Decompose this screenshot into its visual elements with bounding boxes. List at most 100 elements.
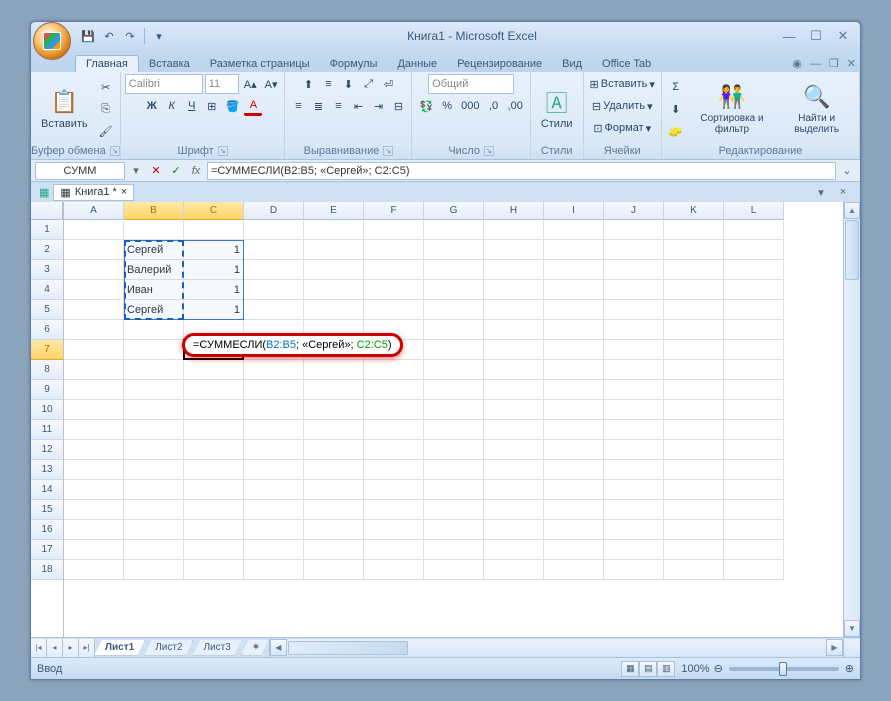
row-header[interactable]: 14 [31,480,63,500]
format-cells-button[interactable]: ⊡ Формат ▾ [591,118,653,138]
col-header[interactable]: J [604,202,664,220]
row-header[interactable]: 11 [31,420,63,440]
bold-button[interactable]: Ж [143,96,161,116]
workbook-minimize[interactable]: — [806,56,825,72]
align-middle-button[interactable]: ≡ [319,74,337,94]
workbook-tab-menu[interactable]: ▾ [812,183,830,201]
clipboard-launcher[interactable]: ↘ [110,146,120,156]
copy-button[interactable]: ⎘ [96,99,116,119]
row-header[interactable]: 5 [31,300,63,320]
workbook-close[interactable]: ✕ [843,55,860,72]
scroll-right-button[interactable]: ▶ [826,639,843,656]
font-size-combo[interactable]: 11 [205,74,239,94]
tab-insert[interactable]: Вставка [139,56,200,72]
workbook-restore[interactable]: ❐ [825,55,843,72]
autosum-button[interactable]: Σ [666,77,686,97]
wrap-text-button[interactable]: ⏎ [379,74,397,94]
formula-expand-button[interactable]: ⌄ [838,162,856,180]
page-break-view-button[interactable]: ▥ [657,661,675,677]
cell[interactable]: Валерий [124,260,184,280]
sheet-tab[interactable]: Лист1 [94,640,145,656]
col-header[interactable]: G [424,202,484,220]
border-button[interactable]: ⊞ [203,96,221,116]
increase-decimal-button[interactable]: ,0 [485,96,503,116]
office-button[interactable] [33,22,71,60]
font-name-combo[interactable]: Calibri [125,74,203,94]
number-launcher[interactable]: ↘ [484,146,494,156]
font-color-button[interactable]: A [244,96,262,116]
sheet-first-button[interactable]: |◂ [31,639,47,657]
align-center-button[interactable]: ≣ [309,96,327,116]
tab-formulas[interactable]: Формулы [320,56,388,72]
resize-grip[interactable] [843,639,860,657]
fill-color-button[interactable]: 🪣 [223,96,243,116]
sort-filter-button[interactable]: 👫 Сортировка и фильтр [688,81,777,137]
insert-function-button[interactable]: fx [187,162,205,180]
namebox-dropdown[interactable]: ▾ [127,162,145,180]
horizontal-scrollbar[interactable]: ◀ ▶ [269,639,843,657]
row-header[interactable]: 18 [31,560,63,580]
merge-button[interactable]: ⊟ [389,96,407,116]
scroll-left-button[interactable]: ◀ [270,639,287,656]
number-format-combo[interactable]: Общий [428,74,514,94]
vscroll-thumb[interactable] [845,220,859,280]
cut-button[interactable]: ✂ [96,77,116,97]
col-header[interactable]: D [244,202,304,220]
tab-review[interactable]: Рецензирование [447,56,552,72]
name-box[interactable]: СУММ [35,162,125,180]
sheet-prev-button[interactable]: ◂ [47,639,63,657]
close-button[interactable]: ✕ [830,28,856,44]
shrink-font-button[interactable]: A▾ [262,74,281,94]
find-select-button[interactable]: 🔍 Найти и выделить [778,81,855,137]
select-all-corner[interactable] [31,202,63,220]
sheet-tab[interactable]: Лист2 [144,640,193,656]
minimize-button[interactable]: — [776,28,802,44]
row-header[interactable]: 1 [31,220,63,240]
align-bottom-button[interactable]: ⬇ [339,74,357,94]
orientation-button[interactable]: ⤢ [359,74,377,94]
cell[interactable]: Сергей [124,240,184,260]
fill-button[interactable]: ⬇ [666,99,686,119]
currency-button[interactable]: 💱 [416,96,436,116]
col-header[interactable]: C [184,202,244,220]
cell[interactable]: 1 [184,240,244,260]
col-header[interactable]: B [124,202,184,220]
row-header[interactable]: 10 [31,400,63,420]
cell[interactable]: Сергей [124,300,184,320]
clear-button[interactable]: 🧽 [666,121,686,141]
row-header[interactable]: 17 [31,540,63,560]
workbook-tab[interactable]: ▦ Книга1 * × [53,184,134,201]
format-painter-button[interactable]: 🖌 [96,121,116,141]
comma-button[interactable]: 000 [458,96,482,116]
cell[interactable]: 1 [184,260,244,280]
font-launcher[interactable]: ↘ [218,146,228,156]
sheet-last-button[interactable]: ▸| [79,639,95,657]
maximize-button[interactable]: ☐ [803,28,829,44]
row-header[interactable]: 2 [31,240,63,260]
zoom-slider[interactable] [729,667,839,671]
cell[interactable]: 1 [184,300,244,320]
grow-font-button[interactable]: A▴ [241,74,260,94]
insert-cells-button[interactable]: ⊞ Вставить ▾ [588,74,657,94]
styles-button[interactable]: 🄰 Стили [535,86,579,132]
enter-formula-button[interactable]: ✓ [167,162,185,180]
delete-cells-button[interactable]: ⊟ Удалить ▾ [590,96,655,116]
increase-indent-button[interactable]: ⇥ [369,96,387,116]
row-header[interactable]: 8 [31,360,63,380]
undo-button[interactable]: ↶ [100,27,118,45]
zoom-handle[interactable] [779,662,787,676]
new-sheet-button[interactable]: ✶ [241,640,269,656]
italic-button[interactable]: К [163,96,181,116]
col-header[interactable]: F [364,202,424,220]
workbook-tab-close[interactable]: × [121,186,127,198]
paste-button[interactable]: 📋 Вставить [35,86,94,132]
ribbon-help-icon[interactable]: ◉ [788,55,806,72]
page-layout-view-button[interactable]: ▤ [639,661,657,677]
decrease-decimal-button[interactable]: ,00 [505,96,526,116]
save-button[interactable]: 💾 [79,27,97,45]
col-header[interactable]: I [544,202,604,220]
redo-button[interactable]: ↷ [121,27,139,45]
col-header[interactable]: L [724,202,784,220]
normal-view-button[interactable]: ▦ [621,661,639,677]
row-header[interactable]: 9 [31,380,63,400]
